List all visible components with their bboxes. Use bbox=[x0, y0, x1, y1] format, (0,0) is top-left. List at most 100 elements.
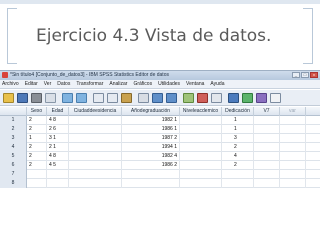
data-cell[interactable]: 1 bbox=[27, 134, 47, 143]
data-cell[interactable] bbox=[69, 125, 122, 134]
use-sets-icon[interactable] bbox=[242, 93, 253, 103]
row-number[interactable]: 6 bbox=[0, 161, 27, 170]
data-cell[interactable]: 4 5 bbox=[47, 161, 69, 170]
column-header[interactable]: Sexo bbox=[27, 107, 47, 116]
data-cell[interactable] bbox=[27, 179, 47, 188]
data-cell[interactable]: 2 bbox=[27, 152, 47, 161]
show-all-icon[interactable] bbox=[256, 93, 267, 103]
data-cell[interactable]: 1982 1 bbox=[122, 116, 180, 125]
data-cell[interactable] bbox=[69, 179, 122, 188]
data-cell[interactable] bbox=[69, 161, 122, 170]
goto-case-icon[interactable] bbox=[93, 93, 104, 103]
variables-icon[interactable] bbox=[121, 93, 132, 103]
menu-ayuda[interactable]: Ayuda bbox=[210, 80, 224, 89]
menu-editar[interactable]: Editar bbox=[25, 80, 38, 89]
split-file-icon[interactable] bbox=[183, 93, 194, 103]
row-number[interactable]: 5 bbox=[0, 152, 27, 161]
column-header[interactable]: var bbox=[280, 107, 306, 116]
data-cell[interactable] bbox=[254, 116, 280, 125]
data-cell[interactable] bbox=[69, 143, 122, 152]
data-cell[interactable] bbox=[180, 179, 222, 188]
data-cell[interactable] bbox=[280, 116, 306, 125]
data-cell[interactable] bbox=[254, 152, 280, 161]
row-number[interactable]: 3 bbox=[0, 134, 27, 143]
data-cell[interactable] bbox=[69, 170, 122, 179]
data-cell[interactable] bbox=[27, 170, 47, 179]
print-icon[interactable] bbox=[31, 93, 42, 103]
data-cell[interactable] bbox=[280, 152, 306, 161]
menu-analizar[interactable]: Analizar bbox=[109, 80, 127, 89]
data-cell[interactable]: 2 6 bbox=[47, 125, 69, 134]
column-header[interactable]: Ciudaddeesidencia bbox=[69, 107, 122, 116]
weight-cases-icon[interactable] bbox=[197, 93, 208, 103]
menu-graficos[interactable]: Gráficos bbox=[133, 80, 152, 89]
data-cell[interactable] bbox=[122, 170, 180, 179]
data-cell[interactable]: 2 bbox=[27, 161, 47, 170]
row-number[interactable]: 1 bbox=[0, 116, 27, 125]
data-cell[interactable] bbox=[280, 143, 306, 152]
data-cell[interactable]: 2 bbox=[222, 161, 254, 170]
data-cell[interactable]: 4 8 bbox=[47, 152, 69, 161]
data-cell[interactable] bbox=[47, 179, 69, 188]
column-header[interactable]: Edad bbox=[47, 107, 69, 116]
data-cell[interactable]: 2 1 bbox=[47, 143, 69, 152]
data-cell[interactable]: 1 bbox=[222, 116, 254, 125]
select-cases-icon[interactable] bbox=[211, 93, 222, 103]
data-cell[interactable] bbox=[180, 134, 222, 143]
column-header[interactable]: Niveleacdemico bbox=[180, 107, 222, 116]
data-cell[interactable] bbox=[254, 161, 280, 170]
data-cell[interactable] bbox=[222, 170, 254, 179]
data-cell[interactable]: 3 1 bbox=[47, 134, 69, 143]
data-cell[interactable]: 3 bbox=[222, 134, 254, 143]
data-cell[interactable]: 1986 1 bbox=[122, 125, 180, 134]
data-cell[interactable]: 4 8 bbox=[47, 116, 69, 125]
menu-transformar[interactable]: Transformar bbox=[76, 80, 103, 89]
data-cell[interactable]: 1986 2 bbox=[122, 161, 180, 170]
data-cell[interactable]: 4 bbox=[222, 152, 254, 161]
row-number[interactable]: 7 bbox=[0, 170, 27, 179]
data-cell[interactable]: 2 bbox=[27, 143, 47, 152]
menu-ver[interactable]: Ver bbox=[44, 80, 52, 89]
data-cell[interactable] bbox=[254, 170, 280, 179]
data-cell[interactable] bbox=[47, 170, 69, 179]
data-cell[interactable] bbox=[280, 161, 306, 170]
value-labels-icon[interactable] bbox=[228, 93, 239, 103]
data-cell[interactable] bbox=[122, 179, 180, 188]
data-cell[interactable]: 2 bbox=[27, 125, 47, 134]
find-icon[interactable] bbox=[138, 93, 149, 103]
data-cell[interactable] bbox=[280, 125, 306, 134]
data-cell[interactable] bbox=[180, 152, 222, 161]
column-header[interactable]: Añodegraduación bbox=[122, 107, 180, 116]
row-number[interactable]: 8 bbox=[0, 179, 27, 188]
menu-utilidades[interactable]: Utilidades bbox=[158, 80, 180, 89]
data-cell[interactable]: 2 bbox=[222, 143, 254, 152]
data-cell[interactable]: 1 bbox=[222, 125, 254, 134]
minimize-button[interactable]: _ bbox=[292, 72, 300, 78]
data-cell[interactable] bbox=[180, 116, 222, 125]
maximize-button[interactable]: □ bbox=[301, 72, 309, 78]
open-icon[interactable] bbox=[3, 93, 14, 103]
data-cell[interactable] bbox=[180, 170, 222, 179]
save-icon[interactable] bbox=[17, 93, 28, 103]
menu-datos[interactable]: Datos bbox=[57, 80, 70, 89]
data-cell[interactable] bbox=[254, 125, 280, 134]
data-cell[interactable] bbox=[280, 134, 306, 143]
data-cell[interactable]: 1982 4 bbox=[122, 152, 180, 161]
goto-variable-icon[interactable] bbox=[107, 93, 118, 103]
data-cell[interactable] bbox=[180, 125, 222, 134]
menu-archivo[interactable]: Archivo bbox=[2, 80, 19, 89]
data-cell[interactable] bbox=[254, 134, 280, 143]
data-cell[interactable]: 1987 2 bbox=[122, 134, 180, 143]
data-cell[interactable] bbox=[69, 116, 122, 125]
data-cell[interactable] bbox=[280, 170, 306, 179]
data-cell[interactable] bbox=[69, 134, 122, 143]
data-cell[interactable] bbox=[180, 143, 222, 152]
data-cell[interactable]: 2 bbox=[27, 116, 47, 125]
column-header[interactable]: V7 bbox=[254, 107, 280, 116]
dialog-recall-icon[interactable] bbox=[45, 93, 56, 103]
insert-cases-icon[interactable] bbox=[152, 93, 163, 103]
data-cell[interactable]: 1994 1 bbox=[122, 143, 180, 152]
column-header[interactable]: Dedicación bbox=[222, 107, 254, 116]
data-cell[interactable] bbox=[222, 179, 254, 188]
row-number[interactable]: 2 bbox=[0, 125, 27, 134]
